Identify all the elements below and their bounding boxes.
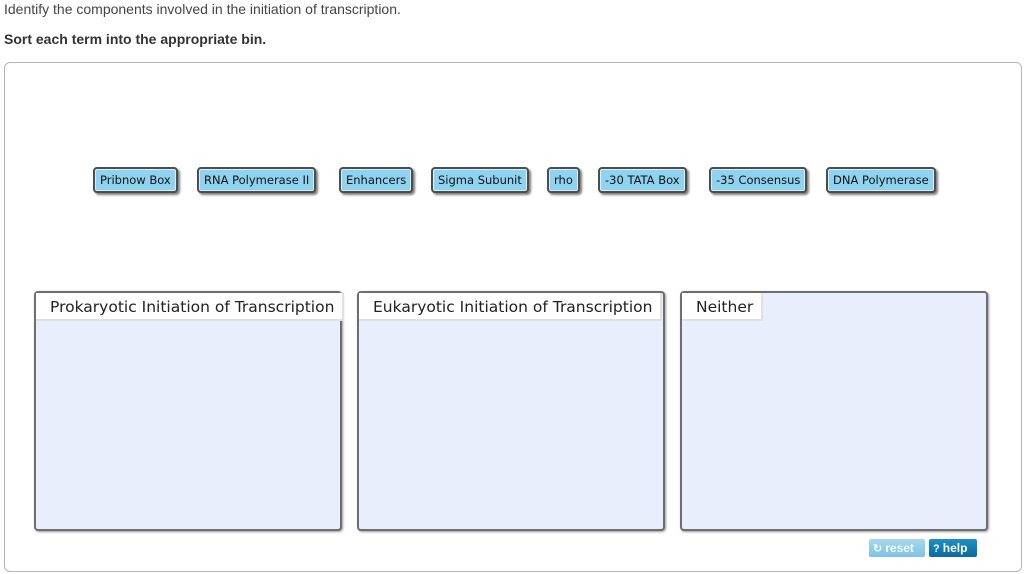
question-prompt: Identify the components involved in the … [4,1,401,17]
term-tile[interactable]: -35 Consensus [709,167,808,193]
term-tile[interactable]: Pribnow Box [93,167,178,193]
term-tile[interactable]: Sigma Subunit [431,167,529,193]
term-tile[interactable]: RNA Polymerase II [197,167,317,193]
reset-label: reset [885,541,914,555]
term-tile[interactable]: DNA Polymerase [826,167,936,193]
term-tile[interactable]: Enhancers [339,167,414,193]
control-bar: ↻ reset ? help [869,539,977,557]
help-button[interactable]: ? help [929,539,977,557]
bin-label: Neither [682,293,764,321]
reset-button[interactable]: ↻ reset [869,539,925,557]
question-icon: ? [933,543,940,555]
bin-prokaryotic[interactable]: Prokaryotic Initiation of Transcription [34,291,345,531]
term-tile[interactable]: rho [547,167,580,193]
reset-icon: ↻ [873,543,883,555]
term-tile[interactable]: -30 TATA Box [598,167,687,193]
bin-eukaryotic[interactable]: Eukaryotic Initiation of Transcription [357,291,665,531]
bin-label: Prokaryotic Initiation of Transcription [36,293,345,321]
bin-neither[interactable]: Neither [680,291,988,531]
task-instruction: Sort each term into the appropriate bin. [4,31,267,47]
sorting-panel: Pribnow Box RNA Polymerase II Enhancers … [4,62,1022,572]
help-label: help [942,541,968,555]
bin-label: Eukaryotic Initiation of Transcription [359,293,663,321]
